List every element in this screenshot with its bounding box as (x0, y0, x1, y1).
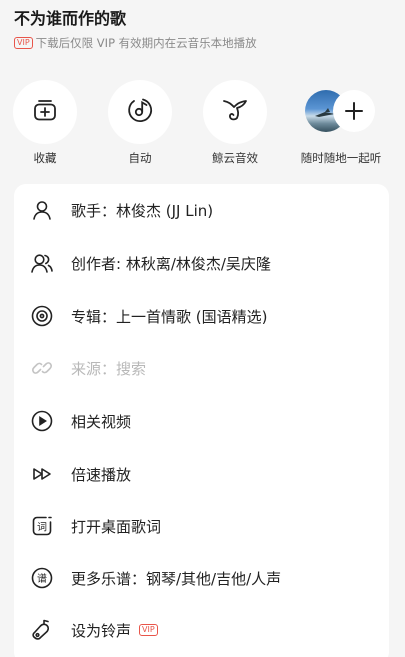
auto-effect-button[interactable]: 自动 (95, 80, 185, 166)
people-icon (30, 251, 54, 275)
ringtone-label: 设为铃声 (71, 621, 132, 640)
menu-item-creators[interactable]: 创作者: 林秋离/林俊杰/吴庆隆 (14, 237, 389, 289)
source-label: 来源：搜索 (71, 359, 147, 378)
collect-button[interactable]: 收藏 (0, 80, 90, 166)
whale-sound-button[interactable]: 鲸云音效 (190, 80, 280, 166)
auto-sound-effect-icon (126, 96, 154, 128)
menu-item-related-video[interactable]: 相关视频 (14, 395, 389, 447)
listen-together-icon (333, 90, 375, 132)
collect-label: 收藏 (33, 151, 57, 165)
album-disc-icon (30, 304, 54, 328)
whale-sound-circle (203, 80, 267, 144)
link-icon (30, 356, 54, 380)
video-play-icon (30, 409, 54, 433)
speed-label: 倍速播放 (71, 465, 132, 484)
desktop-lyrics-label: 打开桌面歌词 (71, 517, 162, 536)
quick-actions-row: 收藏 自动 鲸云音效 随时随地一起听 (0, 80, 405, 170)
listen-together-button[interactable]: 随时随地一起听 (296, 80, 386, 166)
sheet-music-icon: 谱 (30, 566, 54, 590)
listen-together-group (301, 80, 381, 144)
vip-notice-text: 下载后仅限 VIP 有效期内在云音乐本地播放 (35, 36, 257, 50)
menu-item-ringtone[interactable]: 设为铃声 VIP (14, 604, 389, 656)
lyrics-icon: 词 (30, 514, 54, 538)
sheet-music-label: 更多乐谱：钢琴/其他/吉他/人声 (71, 569, 282, 588)
song-menu-card: 歌手：林俊杰 (JJ Lin) 创作者: 林秋离/林俊杰/吴庆隆 专辑：上一首情… (14, 184, 389, 657)
fast-forward-icon (30, 462, 54, 486)
vip-download-notice: VIP 下载后仅限 VIP 有效期内在云音乐本地播放 (14, 36, 391, 50)
menu-item-sheet-music[interactable]: 谱 更多乐谱：钢琴/其他/吉他/人声 (14, 552, 389, 604)
ringtone-label-wrap: 设为铃声 VIP (71, 620, 158, 641)
whale-sound-label: 鲸云音效 (212, 151, 258, 165)
add-to-playlist-icon (32, 97, 58, 127)
singer-label: 歌手：林俊杰 (JJ Lin) (71, 201, 214, 220)
whale-cloud-sound-icon (220, 96, 250, 128)
svg-text:谱: 谱 (37, 572, 47, 585)
menu-item-speed[interactable]: 倍速播放 (14, 448, 389, 500)
auto-effect-circle (108, 80, 172, 144)
svg-text:词: 词 (37, 522, 47, 534)
song-header: 不为谁而作的歌 VIP 下载后仅限 VIP 有效期内在云音乐本地播放 (14, 8, 391, 50)
creators-label: 创作者: 林秋离/林俊杰/吴庆隆 (71, 254, 271, 273)
auto-effect-label: 自动 (128, 151, 152, 165)
related-video-label: 相关视频 (71, 412, 132, 431)
ringtone-vip-badge: VIP (139, 624, 158, 636)
person-icon (30, 198, 54, 222)
menu-item-singer[interactable]: 歌手：林俊杰 (JJ Lin) (14, 184, 389, 236)
collect-circle (13, 80, 77, 144)
vip-badge: VIP (14, 37, 33, 49)
menu-item-desktop-lyrics[interactable]: 词 打开桌面歌词 (14, 500, 389, 552)
song-title: 不为谁而作的歌 (14, 9, 127, 28)
menu-item-source: 来源：搜索 (14, 342, 389, 394)
menu-item-album[interactable]: 专辑：上一首情歌 (国语精选) (14, 290, 389, 342)
album-label: 专辑：上一首情歌 (国语精选) (71, 307, 268, 326)
ringtone-bell-icon (30, 618, 54, 642)
listen-together-label: 随时随地一起听 (300, 151, 382, 165)
